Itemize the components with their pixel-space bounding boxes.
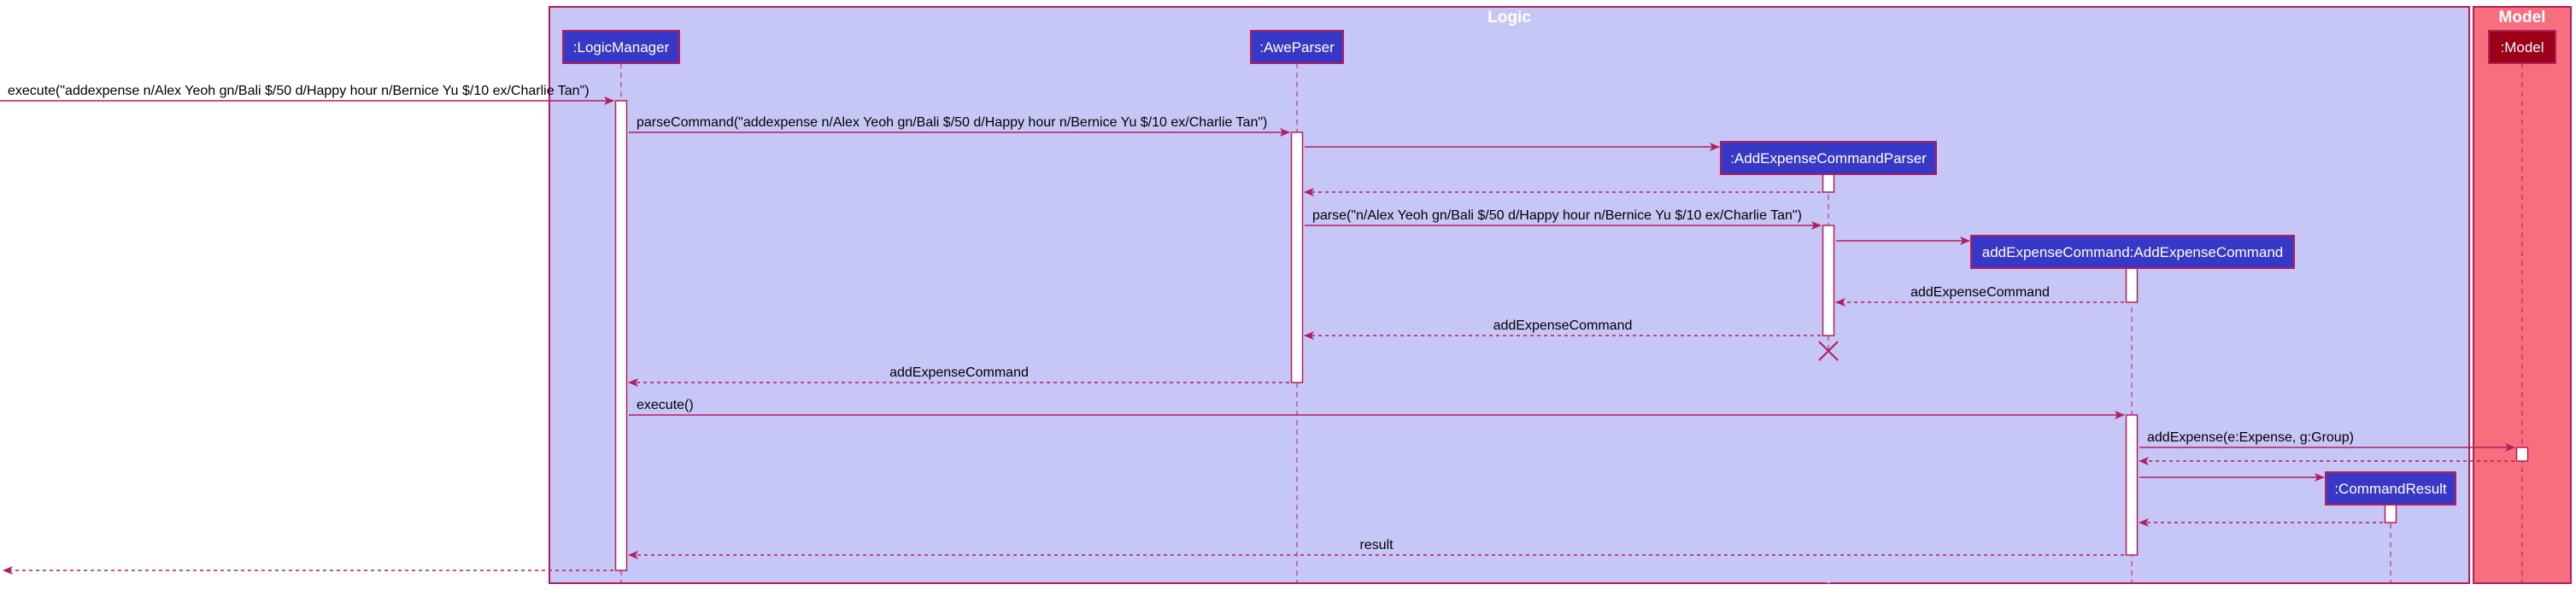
- logic-box: [549, 6, 2470, 584]
- message-label: execute(): [637, 398, 694, 412]
- sequence-diagram: Logic Model execute("addexpense n/Alex Ye…: [0, 6, 2572, 584]
- model-participant-label: :Model: [2500, 39, 2544, 56]
- message-label: addExpenseCommand: [889, 365, 1029, 380]
- cr-participant-label: :CommandResult: [2334, 481, 2447, 497]
- message-label: addExpenseCommand: [1910, 285, 2050, 300]
- message-label: execute("addexpense n/Alex Yeoh gn/Bali …: [8, 84, 590, 98]
- model-box-title: Model: [2499, 9, 2546, 26]
- message-label: addExpenseCommand: [1493, 318, 1633, 333]
- ap-participant-label: :AweParser: [1259, 39, 1335, 56]
- logic-box-title: Logic: [1488, 9, 1531, 26]
- aecp-activation: [1822, 173, 1835, 193]
- lm-participant-label: :LogicManager: [573, 39, 670, 56]
- aec-activation: [2125, 267, 2139, 303]
- message-label: parse("n/Alex Yeoh gn/Bali $/50 d/Happy …: [1312, 208, 1802, 223]
- message-label: result: [1359, 538, 1394, 552]
- aec-activation: [2125, 414, 2139, 556]
- cr-activation: [2384, 504, 2397, 523]
- aecp-participant-label: :AddExpenseCommandParser: [1730, 150, 1927, 167]
- lm-activation: [614, 100, 628, 571]
- aecp-activation: [1822, 225, 1835, 336]
- aec-participant-label: addExpenseCommand:AddExpenseCommand: [1982, 244, 2283, 260]
- model-activation: [2515, 447, 2529, 462]
- message-label: parseCommand("addexpense n/Alex Yeoh gn/…: [637, 115, 1267, 130]
- ap-activation: [1290, 131, 1304, 383]
- message-label: addExpense(e:Expense, g:Group): [2147, 430, 2354, 445]
